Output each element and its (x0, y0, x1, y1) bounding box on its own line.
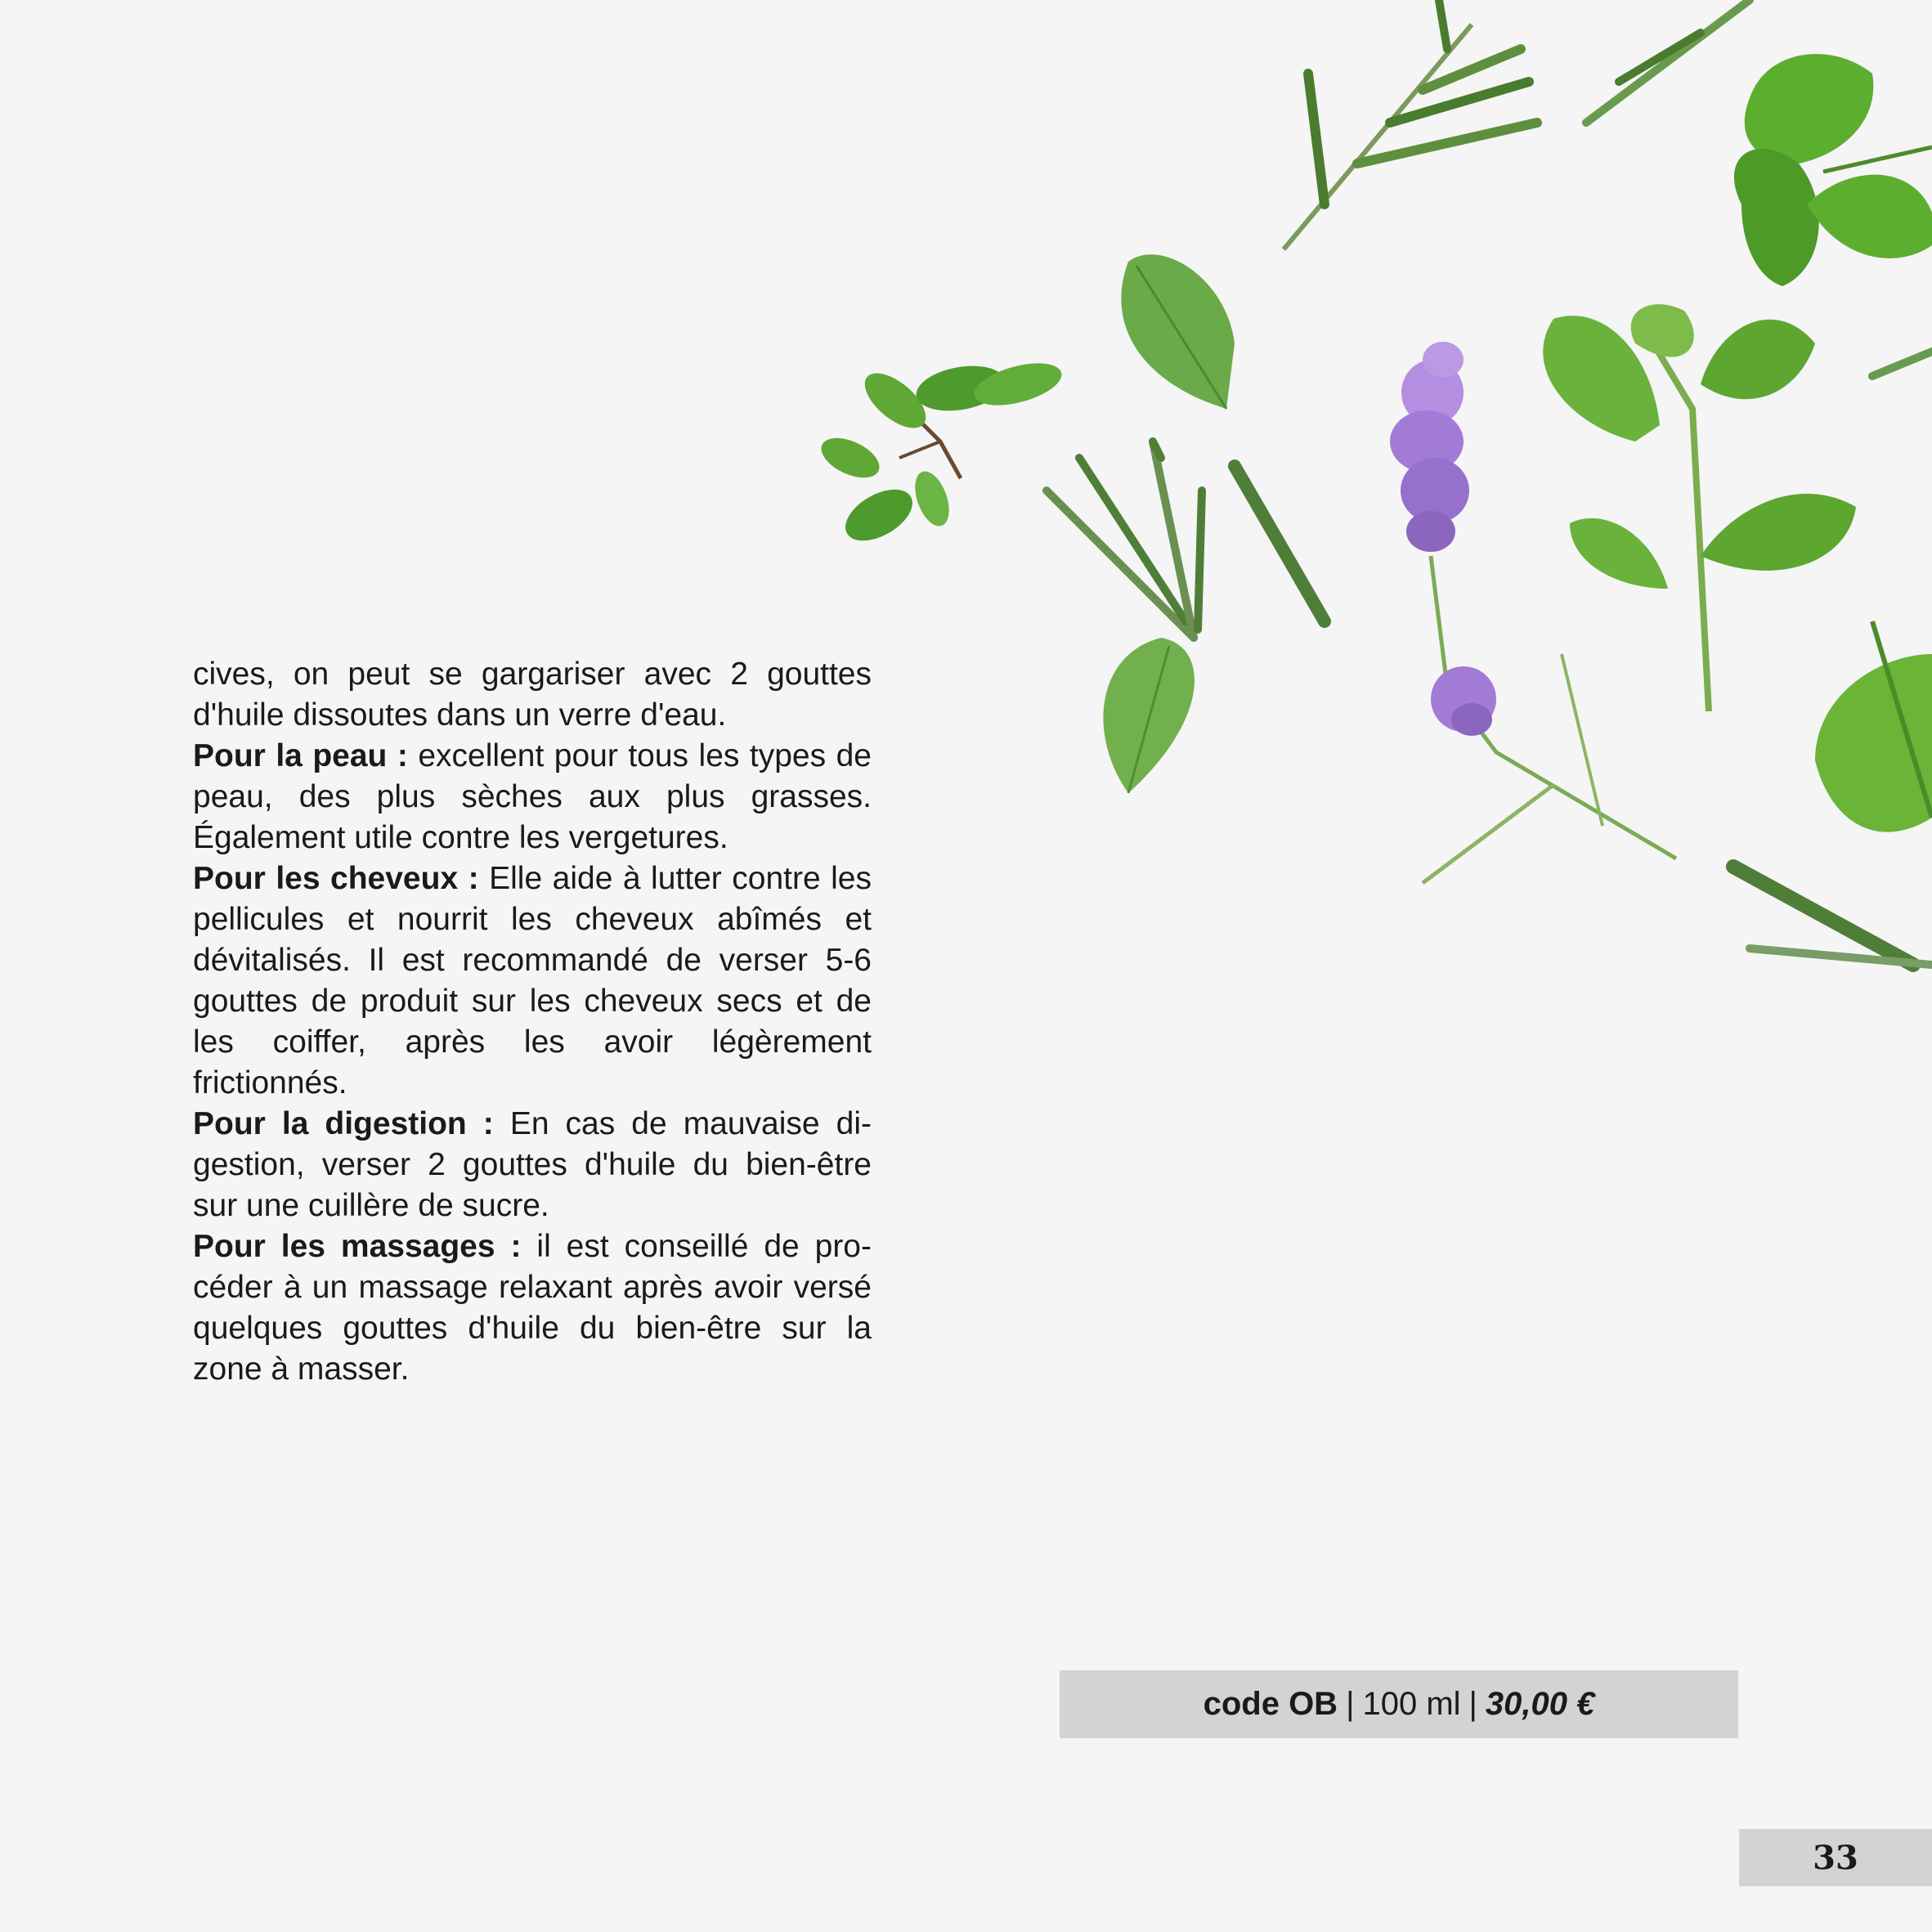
parsley-leaf-icon (1733, 54, 1932, 286)
separator: | (1468, 1686, 1477, 1722)
thyme-sprig-icon (821, 363, 1062, 541)
paragraph-massages: Pour les massages : il est conseillé de … (193, 1226, 872, 1390)
paragraph-text: cives, on peut se gargariser avec 2 gout… (193, 657, 872, 733)
paragraph-text: Elle aide à lutter contre les pellicules… (193, 861, 872, 1100)
paragraph-label: Pour les massages : (193, 1229, 522, 1264)
paragraph-cheveux: Pour les cheveux : Elle aide à lutter co… (193, 858, 872, 1104)
mint-leaf-icon (1103, 638, 1195, 794)
paragraph-label: Pour la peau : (193, 738, 408, 773)
paragraph-label: Pour les cheveux : (193, 861, 479, 896)
separator: | (1346, 1686, 1355, 1722)
body-text: cives, on peut se gargariser avec 2 gout… (193, 654, 872, 1390)
basil-leaf-icon (1815, 621, 1932, 832)
paragraph-peau: Pour la peau : excellent pour tous les t… (193, 736, 872, 858)
page-number: 33 (1739, 1829, 1932, 1886)
rosemary-sprig-icon (1726, 347, 1932, 972)
page-number-label: 33 (1813, 1838, 1858, 1877)
rosemary-sprig-icon (1281, 0, 1754, 251)
paragraph-label: Pour la digestion : (193, 1106, 494, 1141)
product-price: 30,00 € (1485, 1686, 1595, 1722)
product-volume: 100 ml (1362, 1686, 1461, 1722)
lemon-balm-sprig-icon (1543, 304, 1856, 712)
product-info-bar: code OB | 100 ml | 30,00 € (1060, 1670, 1738, 1738)
paragraph-intro: cives, on peut se gargariser avec 2 gout… (193, 654, 872, 736)
product-code: code OB (1203, 1686, 1338, 1722)
paragraph-digestion: Pour la digestion : En cas de mauvaise d… (193, 1104, 872, 1226)
mint-leaf-icon (1121, 254, 1235, 410)
rosemary-sprig-icon (1042, 437, 1331, 642)
